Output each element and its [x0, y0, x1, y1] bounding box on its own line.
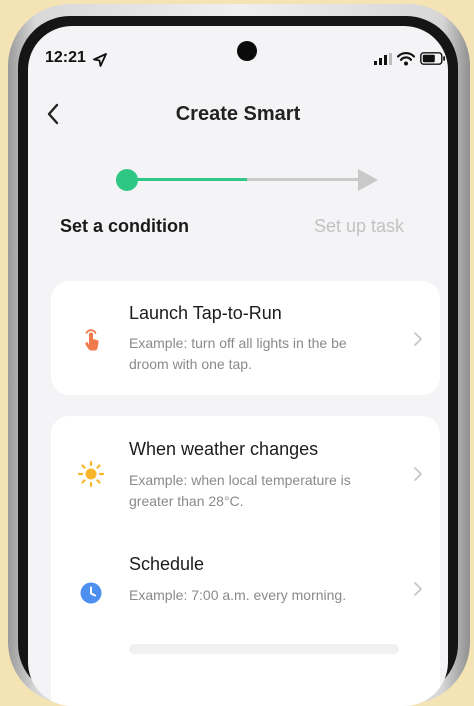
phone-screen: 12:21 Create Smart Set a condition Set u…: [28, 26, 448, 706]
sun-icon: [77, 460, 105, 488]
step-2-label: Set up task: [314, 216, 405, 236]
option-when-weather-changes[interactable]: When weather changes Example: when local…: [51, 416, 440, 536]
wifi-icon: [397, 52, 415, 66]
step-1-dot: [116, 169, 138, 191]
chevron-right-icon: [414, 332, 422, 346]
option-title: Schedule: [129, 554, 205, 574]
option-title: When weather changes: [129, 439, 319, 459]
step-line-inactive: [247, 178, 362, 181]
clock-icon: [80, 582, 102, 604]
option-card-manual: Launch Tap-to-Run Example: turn off all …: [51, 281, 440, 395]
option-launch-tap-to-run[interactable]: Launch Tap-to-Run Example: turn off all …: [51, 281, 440, 395]
camera-punch-hole: [237, 41, 257, 61]
status-time: 12:21: [45, 49, 86, 66]
step-line-active: [126, 178, 247, 181]
tap-hand-icon: [85, 329, 99, 351]
chevron-right-icon: [414, 467, 422, 481]
option-description: Example: 7:00 a.m. every morning.: [129, 587, 347, 603]
option-title: Launch Tap-to-Run: [129, 303, 282, 323]
progress-stepper: Set a condition Set up task: [28, 166, 448, 276]
option-description: Example: turn off all lights in the be d…: [129, 335, 347, 372]
navigation-bar: Create Smart: [28, 90, 448, 140]
option-card-auto: When weather changes Example: when local…: [51, 416, 440, 706]
status-bar: 12:21: [28, 26, 448, 86]
option-schedule[interactable]: Schedule Example: 7:00 a.m. every mornin…: [51, 536, 440, 636]
location-arrow-icon: [93, 53, 107, 67]
step-1-label: Set a condition: [60, 216, 190, 236]
signal-icon: [374, 53, 392, 65]
battery-icon: [420, 52, 445, 65]
page-title: Create Smart: [175, 103, 301, 125]
chevron-right-icon: [414, 582, 422, 596]
arrow-right-icon: [358, 169, 378, 191]
option-description: Example: when local temperature is great…: [129, 472, 351, 509]
